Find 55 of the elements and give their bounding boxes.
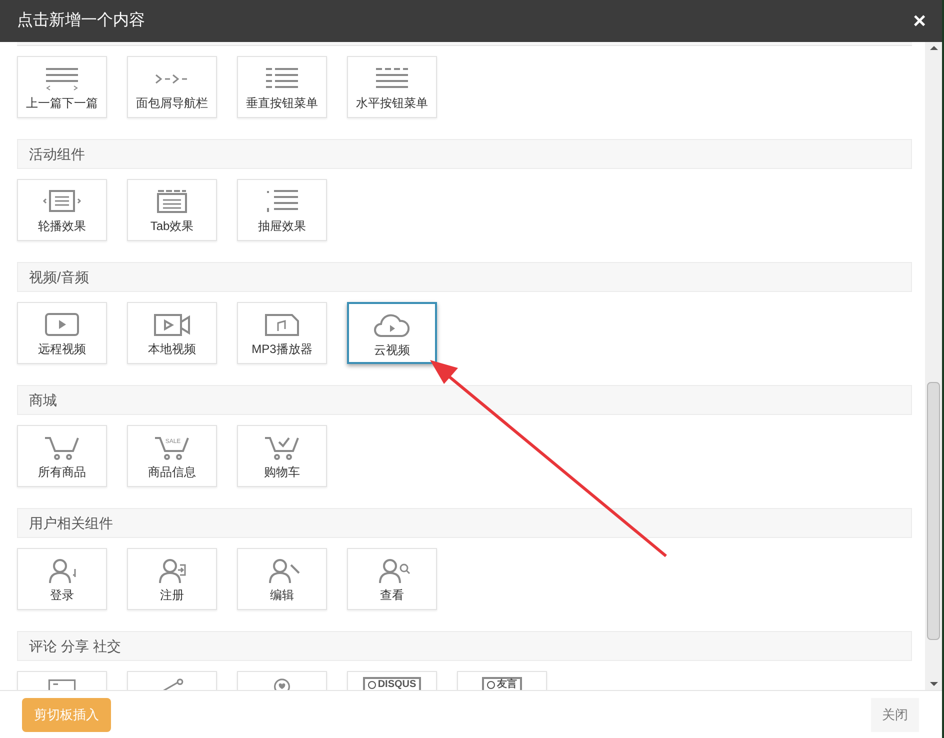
logo-badge-icon: 友言	[482, 677, 522, 690]
component-tile[interactable]: 水平按钮菜单	[347, 56, 437, 118]
section-heading: 视频/音频	[17, 262, 912, 292]
tile-label: 购物车	[264, 464, 300, 481]
close-dialog-button[interactable]: 关闭	[871, 698, 919, 732]
tile-label: 所有商品	[38, 464, 86, 481]
tile-label: 上一篇下一篇	[26, 95, 98, 112]
component-tile[interactable]: 购物车	[237, 425, 327, 487]
tile-label: 垂直按钮菜单	[246, 95, 318, 112]
cart-icon	[42, 434, 82, 462]
play-icon	[42, 311, 82, 339]
component-tile[interactable]: 远程视频	[17, 302, 107, 364]
component-tile[interactable]: 轮播效果	[17, 179, 107, 241]
section-heading: 评论 分享 社交	[17, 631, 912, 661]
component-tile[interactable]: 所有商品	[17, 425, 107, 487]
scrollbar-thumb[interactable]	[927, 382, 940, 640]
tile-label: 抽屉效果	[258, 218, 306, 235]
component-tile[interactable]: 抽屉效果	[237, 179, 327, 241]
close-button[interactable]: ×	[913, 10, 926, 32]
tile-label: 查看	[380, 587, 404, 604]
logo-badge-icon: DISQUS	[362, 677, 422, 690]
component-tile[interactable]: MP3播放器	[237, 302, 327, 364]
tile-label: 云视频	[374, 342, 410, 359]
music-file-icon	[262, 311, 302, 339]
section-heading: 活动组件	[17, 139, 912, 169]
tile-label: 本地视频	[148, 341, 196, 358]
component-tile[interactable]: 云视频	[347, 302, 437, 364]
tile-label: 编辑	[270, 587, 294, 604]
tile-label: 商品信息	[148, 464, 196, 481]
tile-label: MP3播放器	[252, 341, 312, 358]
component-tile[interactable]: 编辑	[237, 548, 327, 610]
component-tile[interactable]: 面包屑导航栏	[127, 56, 217, 118]
component-tile[interactable]: 上一篇下一篇	[17, 56, 107, 118]
component-tile[interactable]: Tab效果	[127, 179, 217, 241]
component-tile[interactable]: 查看	[347, 548, 437, 610]
tile-label: 轮播效果	[38, 218, 86, 235]
tile-label: 登录	[50, 587, 74, 604]
tile-label: 水平按钮菜单	[356, 95, 428, 112]
tile-label: 注册	[160, 587, 184, 604]
component-tile[interactable]: 本地视频	[127, 302, 217, 364]
component-tile[interactable]: DISQUS	[347, 671, 437, 690]
dialog-title: 点击新增一个内容	[17, 10, 145, 31]
section-heading: 用户相关组件	[17, 508, 912, 538]
tile-label: Tab效果	[150, 218, 194, 235]
cart-check-icon	[262, 434, 302, 462]
scrollbar[interactable]	[925, 42, 942, 690]
component-tile[interactable]: 登录	[17, 548, 107, 610]
section-heading: 商城	[17, 385, 912, 415]
cloud-play-icon	[372, 312, 412, 340]
video-camera-icon	[152, 311, 192, 339]
tile-label: 远程视频	[38, 341, 86, 358]
component-tile[interactable]: 注册	[127, 548, 217, 610]
tile-label: 面包屑导航栏	[136, 95, 208, 112]
component-tile[interactable]: 友言	[457, 671, 547, 690]
component-tile[interactable]: 垂直按钮菜单	[237, 56, 327, 118]
